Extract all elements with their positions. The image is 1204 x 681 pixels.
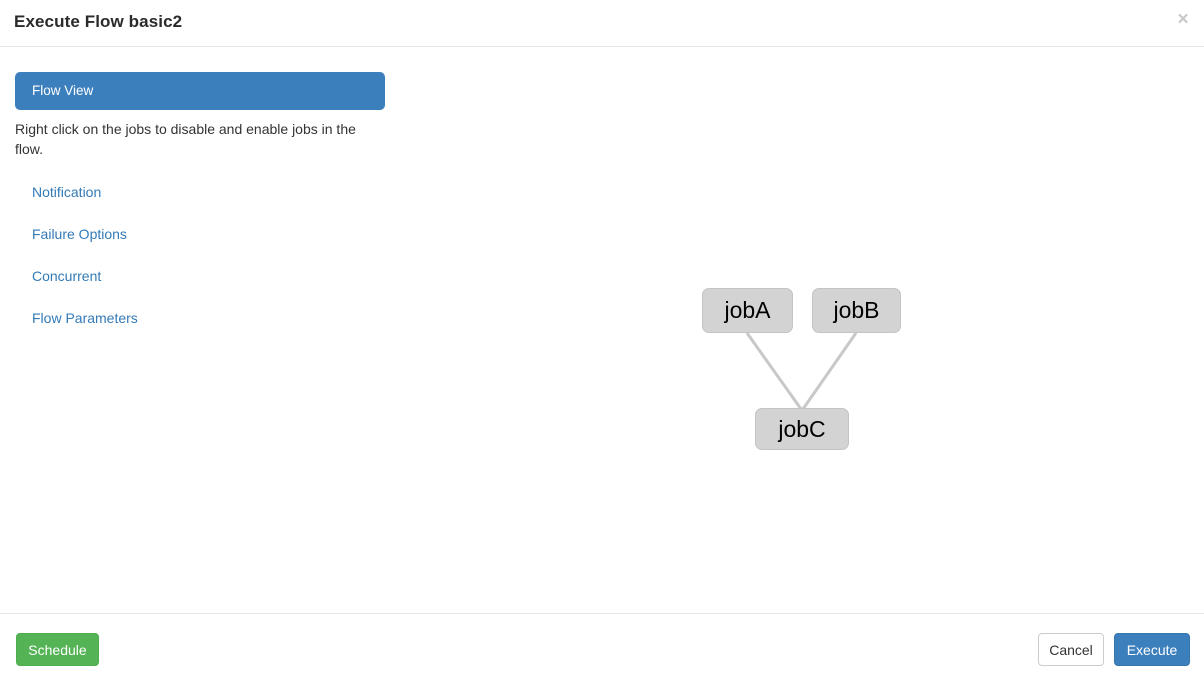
modal-body: Flow View Right click on the jobs to dis… <box>0 47 1204 613</box>
job-node-jobc[interactable]: jobC <box>755 408 849 450</box>
sidebar-item-label[interactable]: Notification <box>32 184 101 200</box>
cancel-button[interactable]: Cancel <box>1038 633 1104 666</box>
sidebar-item-flow-parameters[interactable]: Flow Parameters <box>15 297 385 339</box>
edge-joba-jobc <box>745 332 803 410</box>
close-icon[interactable]: × <box>1172 9 1194 31</box>
flow-graph[interactable]: jobA jobB jobC <box>400 47 1190 607</box>
sidebar-item-concurrent[interactable]: Concurrent <box>15 255 385 297</box>
execute-button[interactable]: Execute <box>1114 633 1190 666</box>
tab-flow-view[interactable]: Flow View <box>15 72 385 110</box>
job-node-joba[interactable]: jobA <box>702 288 793 333</box>
flow-edges <box>745 332 858 410</box>
sidebar: Flow View Right click on the jobs to dis… <box>15 72 385 355</box>
modal-footer: Schedule Cancel Execute <box>0 613 1204 681</box>
sidebar-item-label[interactable]: Concurrent <box>32 268 101 284</box>
page-title: Execute Flow basic2 <box>14 12 183 31</box>
sidebar-item-label[interactable]: Failure Options <box>32 226 127 242</box>
sidebar-links: Notification Failure Options Concurrent … <box>15 171 385 339</box>
modal-header: Execute Flow basic2 × <box>0 0 1204 47</box>
sidebar-item-notification[interactable]: Notification <box>15 171 385 213</box>
edge-jobb-jobc <box>801 332 858 410</box>
execute-flow-modal: Execute Flow basic2 × Flow View Right cl… <box>0 0 1204 681</box>
job-node-jobb[interactable]: jobB <box>812 288 901 333</box>
schedule-button[interactable]: Schedule <box>16 633 99 666</box>
sidebar-description: Right click on the jobs to disable and e… <box>15 121 356 157</box>
sidebar-item-label[interactable]: Flow Parameters <box>32 310 138 326</box>
sidebar-item-failure-options[interactable]: Failure Options <box>15 213 385 255</box>
